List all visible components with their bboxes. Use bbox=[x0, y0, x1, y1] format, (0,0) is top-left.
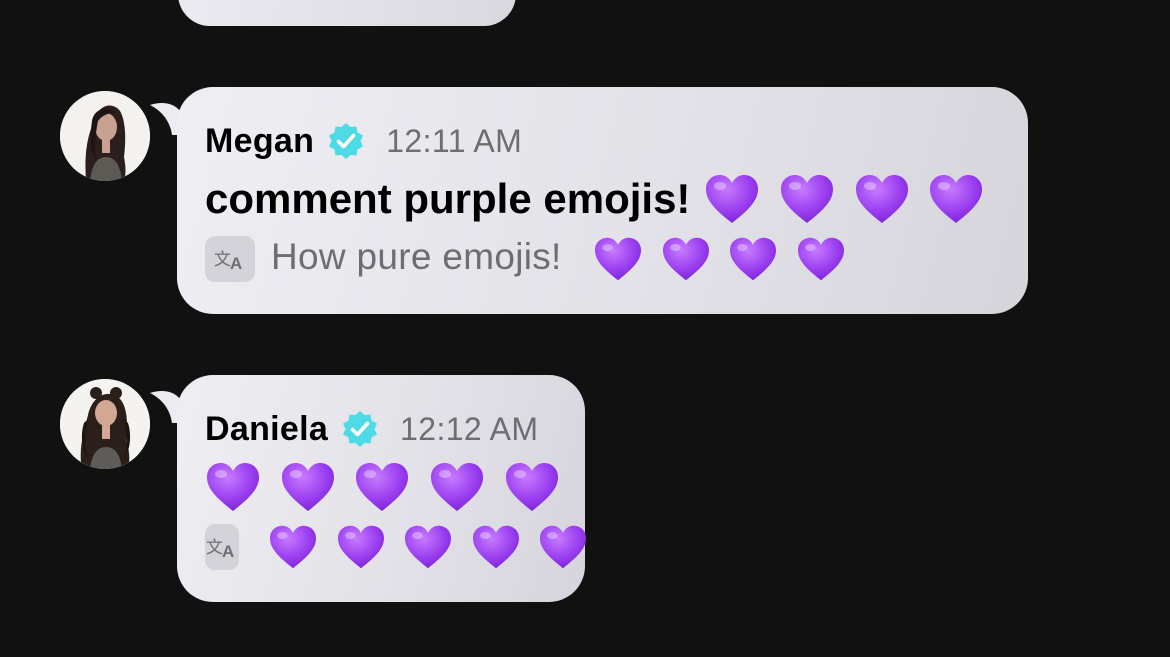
purple-heart-emoji bbox=[405, 525, 452, 569]
verified-badge-icon bbox=[326, 121, 366, 161]
purple-heart-emoji bbox=[431, 463, 484, 512]
timestamp: 12:12 AM bbox=[400, 410, 539, 447]
purple-heart-emoji bbox=[798, 237, 845, 281]
purple-heart-emoji bbox=[505, 463, 558, 512]
translation-row: 文 A How pure emojis! bbox=[205, 233, 1000, 285]
sender-name[interactable]: Daniela bbox=[205, 410, 328, 449]
purple-heart-emoji bbox=[662, 237, 709, 281]
message-text: comment purple emojis! bbox=[205, 171, 1000, 227]
message-emoji-group bbox=[704, 173, 984, 226]
verified-badge-icon bbox=[340, 409, 380, 449]
purple-heart-emoji bbox=[472, 525, 519, 569]
purple-heart-emoji bbox=[337, 525, 384, 569]
purple-heart-emoji bbox=[207, 463, 259, 512]
purple-heart-emoji bbox=[855, 175, 908, 224]
message-bubble[interactable]: Megan 12:11 AM comment purple emojis! 文 … bbox=[177, 87, 1028, 314]
translation-emoji-group bbox=[586, 236, 846, 281]
avatar[interactable] bbox=[60, 91, 150, 181]
translation-text: How pure emojis! bbox=[271, 236, 846, 282]
svg-text:A: A bbox=[222, 542, 234, 561]
message-emoji-group bbox=[205, 461, 560, 514]
message-header: Daniela 12:12 AM bbox=[205, 407, 557, 451]
translation-text-content: How pure emojis! bbox=[271, 235, 562, 277]
purple-heart-emoji bbox=[595, 237, 642, 281]
translation-text bbox=[255, 524, 588, 570]
translate-icon[interactable]: 文 A bbox=[205, 524, 239, 570]
purple-heart-emoji bbox=[281, 463, 334, 512]
message-header: Megan 12:11 AM bbox=[205, 119, 1000, 163]
message-text-content: comment purple emojis! bbox=[205, 175, 691, 222]
message-bubble[interactable]: Daniela 12:12 AM 文 A bbox=[177, 375, 587, 602]
translate-icon[interactable]: 文 A bbox=[205, 236, 255, 282]
purple-heart-emoji bbox=[270, 525, 316, 569]
avatar[interactable] bbox=[60, 379, 150, 469]
purple-heart-emoji bbox=[930, 175, 983, 224]
translation-row: 文 A bbox=[205, 521, 587, 573]
sender-name[interactable]: Megan bbox=[205, 122, 314, 161]
purple-heart-emoji bbox=[356, 463, 409, 512]
chat-feed: Megan 12:11 AM comment purple emojis! 文 … bbox=[0, 0, 1170, 657]
timestamp: 12:11 AM bbox=[386, 122, 523, 159]
translation-emoji-group bbox=[261, 524, 588, 569]
previous-message-bubble[interactable] bbox=[178, 0, 516, 26]
purple-heart-emoji bbox=[730, 237, 777, 281]
purple-heart-emoji bbox=[706, 175, 759, 224]
svg-text:文: 文 bbox=[206, 538, 223, 558]
svg-text:文: 文 bbox=[214, 250, 231, 270]
purple-heart-emoji bbox=[540, 525, 587, 569]
svg-text:A: A bbox=[230, 254, 242, 273]
purple-heart-emoji bbox=[781, 175, 834, 224]
message-text bbox=[205, 459, 560, 515]
